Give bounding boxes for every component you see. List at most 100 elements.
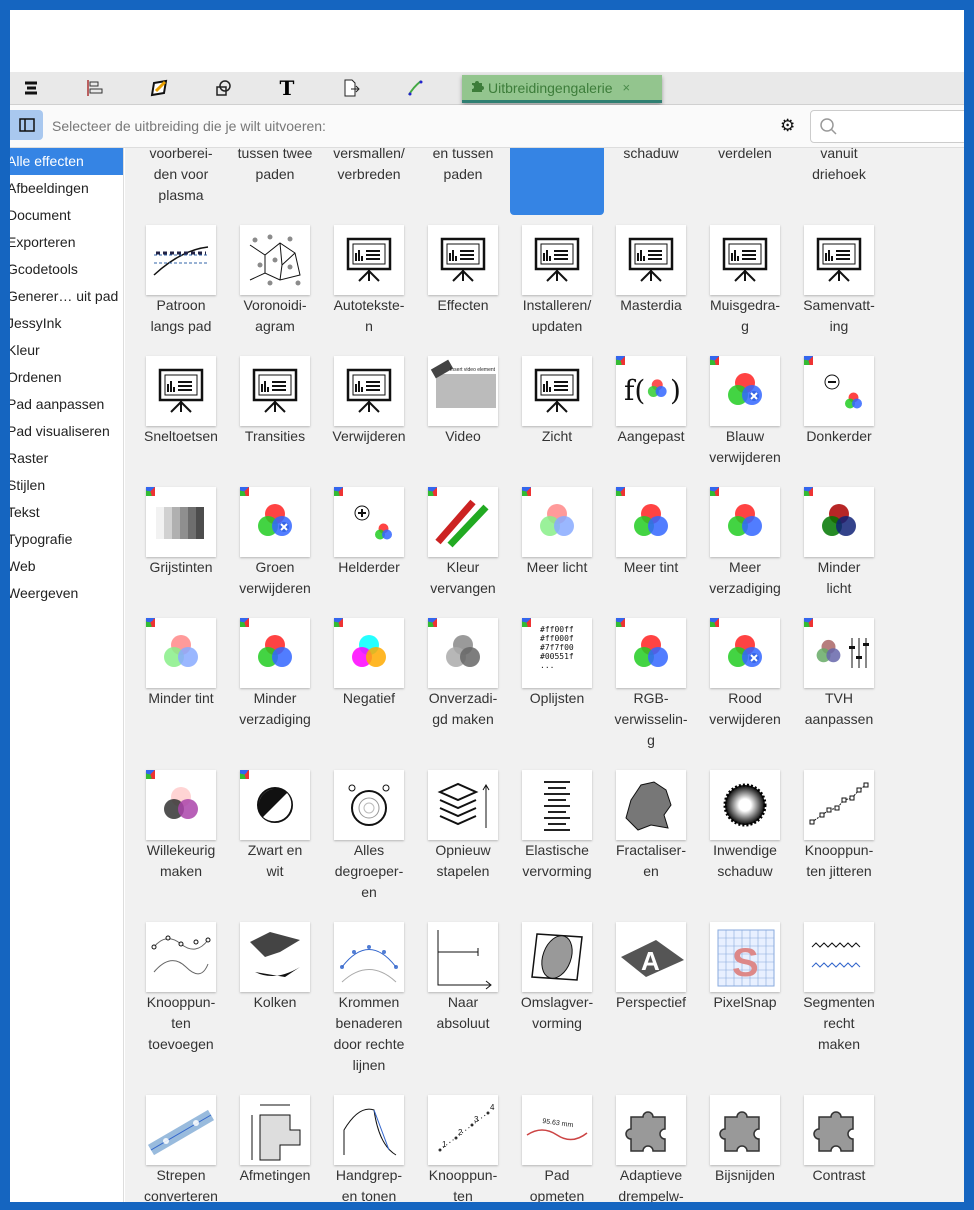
effect-item[interactable]: schaduw bbox=[604, 148, 698, 215]
effect-item[interactable]: Groen verwijderen bbox=[228, 477, 322, 608]
effect-item[interactable]: Meer tint bbox=[604, 477, 698, 608]
effect-item[interactable]: Meer licht bbox=[510, 477, 604, 608]
effect-item[interactable]: Masterdia bbox=[604, 215, 698, 346]
effect-item[interactable]: Contrast bbox=[792, 1085, 886, 1202]
distribute-icon[interactable] bbox=[82, 76, 108, 100]
effect-item[interactable]: Knooppun- ten toevoegen bbox=[134, 912, 228, 1085]
effect-item[interactable]: Samenvatt- ing bbox=[792, 215, 886, 346]
effect-item[interactable]: Minder tint bbox=[134, 608, 228, 760]
sidebar-item[interactable]: Tekst bbox=[10, 499, 123, 526]
sidebar-item[interactable]: Raster bbox=[10, 445, 123, 472]
effect-item[interactable]: Strepen converteren bbox=[134, 1085, 228, 1202]
effect-item[interactable]: Fractaliser- en bbox=[604, 760, 698, 912]
sidebar-item[interactable]: Web bbox=[10, 553, 123, 580]
sidebar-item[interactable]: Weergeven bbox=[10, 580, 123, 607]
rgb-x-icon bbox=[710, 618, 780, 688]
sidebar-item[interactable]: Alle effecten bbox=[10, 148, 123, 175]
effect-item[interactable]: f() Aangepast bbox=[604, 346, 698, 477]
tab-extension-gallery[interactable]: Uitbreidingengalerie × bbox=[462, 75, 662, 103]
effect-item[interactable]: Autotekste- n bbox=[322, 215, 416, 346]
effect-item[interactable]: Insert video element Video bbox=[416, 346, 510, 477]
nodes-icon[interactable] bbox=[402, 76, 428, 100]
effect-item[interactable]: voorberei- den voor plasma bbox=[134, 148, 228, 215]
effect-item[interactable]: en tussen paden bbox=[416, 148, 510, 215]
effect-item[interactable]: Verwijderen bbox=[322, 346, 416, 477]
effect-item[interactable]: #ff00ff #ff000f #7f7f00 #00551f... Oplijsten bbox=[510, 608, 604, 760]
effect-item[interactable]: Willekeurig maken bbox=[134, 760, 228, 912]
effect-item[interactable]: Inwendige schaduw bbox=[698, 760, 792, 912]
effect-item[interactable]: Rood verwijderen bbox=[698, 608, 792, 760]
effect-item[interactable]: Blauw verwijderen bbox=[698, 346, 792, 477]
sidebar-item[interactable]: Document bbox=[10, 202, 123, 229]
effect-item[interactable]: Minder verzadiging bbox=[228, 608, 322, 760]
effect-item[interactable]: Helderder bbox=[322, 477, 416, 608]
effect-item[interactable]: A Perspectief bbox=[604, 912, 698, 1085]
window: T Uitbreidingengalerie × Selecteer de ui… bbox=[10, 10, 964, 1202]
effect-item[interactable]: Muisgedra- g bbox=[698, 215, 792, 346]
effect-item[interactable] bbox=[510, 148, 604, 215]
gear-icon[interactable]: ⚙ bbox=[780, 116, 795, 136]
effect-item[interactable]: Kleur vervangen bbox=[416, 477, 510, 608]
effect-item[interactable]: Handgrep- en tonen bbox=[322, 1085, 416, 1202]
sidebar-item[interactable]: Pad aanpassen bbox=[10, 391, 123, 418]
effect-item[interactable]: Segmenten recht maken bbox=[792, 912, 886, 1085]
sidebar-item[interactable]: JessyInk bbox=[10, 310, 123, 337]
effect-item[interactable]: Naar absoluut bbox=[416, 912, 510, 1085]
effects-grid-panel[interactable]: voorberei- den voor plasma tussen twee pa… bbox=[125, 148, 964, 1202]
effect-item[interactable]: Onverzadi- gd maken bbox=[416, 608, 510, 760]
effect-item[interactable]: Zwart en wit bbox=[228, 760, 322, 912]
align-icon[interactable] bbox=[18, 76, 44, 100]
effect-item[interactable]: Omslagver- vorming bbox=[510, 912, 604, 1085]
effect-item[interactable]: versmallen/ verbreden bbox=[322, 148, 416, 215]
effect-item[interactable]: Opnieuw stapelen bbox=[416, 760, 510, 912]
effect-item[interactable]: Bijsnijden bbox=[698, 1085, 792, 1202]
effect-item[interactable]: Donkerder bbox=[792, 346, 886, 477]
sidebar-item[interactable]: Kleur bbox=[10, 337, 123, 364]
sidebar-item[interactable]: Stijlen bbox=[10, 472, 123, 499]
color-badge-icon bbox=[146, 487, 155, 496]
sidebar-item[interactable]: Pad visualiseren bbox=[10, 418, 123, 445]
effect-item[interactable]: TVH aanpassen bbox=[792, 608, 886, 760]
effect-item[interactable]: Kolken bbox=[228, 912, 322, 1085]
effect-item[interactable]: Patroon langs pad bbox=[134, 215, 228, 346]
objects-icon[interactable] bbox=[210, 76, 236, 100]
effect-label: tussen twee paden bbox=[237, 148, 313, 182]
effect-item[interactable]: Effecten bbox=[416, 215, 510, 346]
effect-item[interactable]: Negatief bbox=[322, 608, 416, 760]
effect-item[interactable]: Afmetingen bbox=[228, 1085, 322, 1202]
effect-item[interactable]: Installeren/ updaten bbox=[510, 215, 604, 346]
effect-item[interactable]: 95.63 mm Pad opmeten bbox=[510, 1085, 604, 1202]
effect-item[interactable]: vanuit driehoek bbox=[792, 148, 886, 215]
effect-item[interactable]: Grijstinten bbox=[134, 477, 228, 608]
sidebar-item[interactable]: Typografie bbox=[10, 526, 123, 553]
sidebar-item[interactable]: Ordenen bbox=[10, 364, 123, 391]
effect-item[interactable]: RGB- verwisselin- g bbox=[604, 608, 698, 760]
effect-item[interactable]: Sneltoetsen bbox=[134, 346, 228, 477]
effect-item[interactable]: Knooppun- ten jitteren bbox=[792, 760, 886, 912]
sidebar-item[interactable]: Afbeeldingen bbox=[10, 175, 123, 202]
effect-item[interactable]: Meer verzadiging bbox=[698, 477, 792, 608]
effect-item[interactable]: Minder licht bbox=[792, 477, 886, 608]
effect-item[interactable]: verdelen bbox=[698, 148, 792, 215]
effect-item[interactable]: Krommen benaderen door rechte lijnen bbox=[322, 912, 416, 1085]
effect-item[interactable]: S PixelSnap bbox=[698, 912, 792, 1085]
sidebar-item[interactable]: Generer… uit pad bbox=[10, 283, 123, 310]
toggle-sidebar-button[interactable] bbox=[10, 110, 43, 140]
close-icon[interactable]: × bbox=[623, 80, 631, 95]
pen-icon[interactable] bbox=[146, 76, 172, 100]
effect-item[interactable]: Elastische vervorming bbox=[510, 760, 604, 912]
effect-item[interactable]: Voronoidi- agram bbox=[228, 215, 322, 346]
text-icon[interactable]: T bbox=[274, 76, 300, 100]
effect-item[interactable]: Zicht bbox=[510, 346, 604, 477]
search-input[interactable] bbox=[810, 110, 964, 143]
export-icon[interactable] bbox=[338, 76, 364, 100]
sidebar-item[interactable]: Exporteren bbox=[10, 229, 123, 256]
effect-item[interactable]: tussen twee paden bbox=[228, 148, 322, 215]
effect-item[interactable]: 1234 Knooppun- ten bbox=[416, 1085, 510, 1202]
effect-item[interactable]: Transities bbox=[228, 346, 322, 477]
effect-item[interactable]: Alles degroeper- en bbox=[322, 760, 416, 912]
effect-label: Minder tint bbox=[148, 690, 214, 706]
effect-item[interactable]: Adaptieve drempelw- bbox=[604, 1085, 698, 1202]
sidebar-item[interactable]: Gcodetools bbox=[10, 256, 123, 283]
color-badge-icon bbox=[710, 618, 719, 627]
